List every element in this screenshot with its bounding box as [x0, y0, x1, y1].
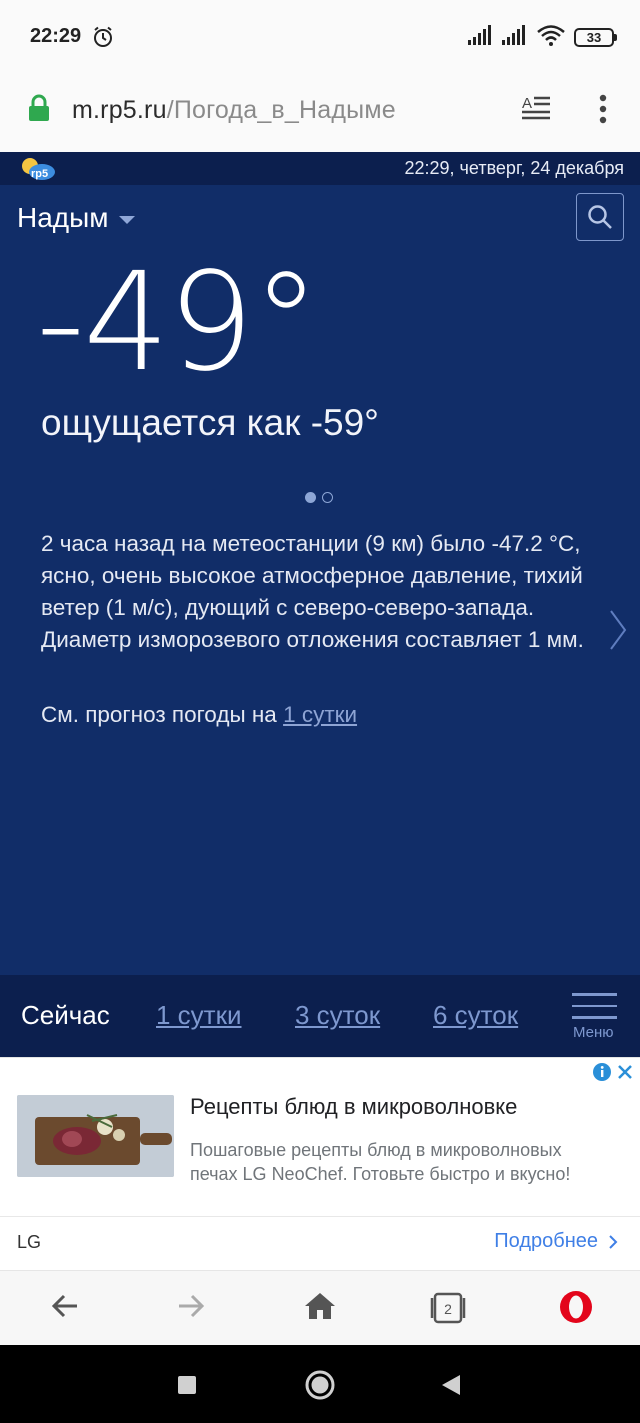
tab-3-days[interactable]: 3 суток [295, 1000, 380, 1031]
system-nav-bar [0, 1345, 640, 1423]
forecast-line: См. прогноз погоды на 1 сутки [41, 702, 358, 727]
carousel-dot-active[interactable] [305, 492, 316, 503]
home-icon[interactable] [303, 1291, 337, 1326]
reader-mode-icon[interactable]: A [520, 93, 552, 128]
chevron-right-icon [609, 1234, 618, 1249]
city-selector[interactable]: Надым [17, 202, 135, 234]
browser-toolbar: 2 [0, 1270, 640, 1345]
lock-icon [28, 94, 50, 127]
feels-like: ощущается как -59° [41, 402, 379, 443]
info-icon[interactable] [592, 1062, 612, 1082]
forecast-tabs: Сейчас 1 сутки 3 суток 6 суток Меню [0, 975, 640, 1057]
opera-logo-icon[interactable] [558, 1289, 594, 1330]
forecast-1day-link[interactable]: 1 сутки [283, 702, 357, 727]
browser-address-bar[interactable]: m.rp5.ru/Погода_в_Надыме A [0, 76, 640, 152]
signal-icon [502, 25, 528, 50]
back-triangle-icon[interactable] [440, 1373, 462, 1402]
advertisement[interactable]: Рецепты блюд в микроволновке Пошаговые р… [0, 1057, 640, 1270]
back-arrow-icon[interactable] [50, 1291, 80, 1326]
site-header: rp5 22:29, четверг, 24 декабря [0, 152, 640, 185]
status-bar: 22:29 33 [0, 0, 640, 76]
header-datetime: 22:29, четверг, 24 декабря [404, 158, 624, 178]
tab-now[interactable]: Сейчас [21, 1000, 110, 1031]
signal-icon [468, 25, 494, 50]
chevron-down-icon [118, 216, 135, 224]
weather-panel: Надым -49° ощущается как -59° 2 часа наз… [0, 185, 640, 975]
carousel-dot[interactable] [322, 492, 333, 503]
home-circle-icon[interactable] [305, 1370, 335, 1405]
menu-label[interactable]: Меню [573, 1024, 614, 1041]
tab-6-days[interactable]: 6 суток [433, 1000, 518, 1031]
ad-body: Пошаговые рецепты блюд в микроволновых п… [190, 1140, 571, 1184]
more-menu-icon[interactable] [598, 94, 608, 129]
divider [0, 1216, 640, 1217]
ad-more-button[interactable]: Подробнее [494, 1230, 618, 1253]
forward-arrow-icon[interactable] [176, 1291, 206, 1326]
wifi-icon [536, 24, 566, 51]
svg-text:A: A [522, 95, 532, 112]
status-time: 22:29 [30, 25, 82, 47]
rp5-logo[interactable]: rp5 [18, 155, 58, 188]
url-text[interactable]: m.rp5.ru/Погода_в_Надыме [72, 96, 396, 125]
svg-text:2: 2 [444, 1301, 452, 1317]
weather-description: 2 часа назад на метеостанции (9 км) было… [41, 531, 584, 652]
tab-1-day[interactable]: 1 сутки [156, 1000, 242, 1031]
search-button[interactable] [576, 193, 624, 241]
close-icon[interactable] [616, 1063, 634, 1081]
ad-choices[interactable] [592, 1062, 634, 1082]
ad-image[interactable] [17, 1095, 174, 1177]
tabs-icon[interactable]: 2 [428, 1291, 468, 1330]
search-icon [588, 205, 612, 229]
ad-brand: LG [17, 1232, 42, 1252]
chevron-right-icon[interactable] [608, 609, 628, 656]
battery-icon: 33 [574, 28, 617, 47]
recents-square-icon[interactable] [177, 1375, 197, 1400]
alarm-icon [92, 26, 114, 53]
current-temperature: -49° [36, 244, 320, 402]
svg-text:rp5: rp5 [31, 168, 48, 180]
ad-title[interactable]: Рецепты блюд в микроволновке [190, 1094, 517, 1120]
city-name: Надым [17, 202, 109, 233]
carousel-indicator [305, 492, 333, 503]
